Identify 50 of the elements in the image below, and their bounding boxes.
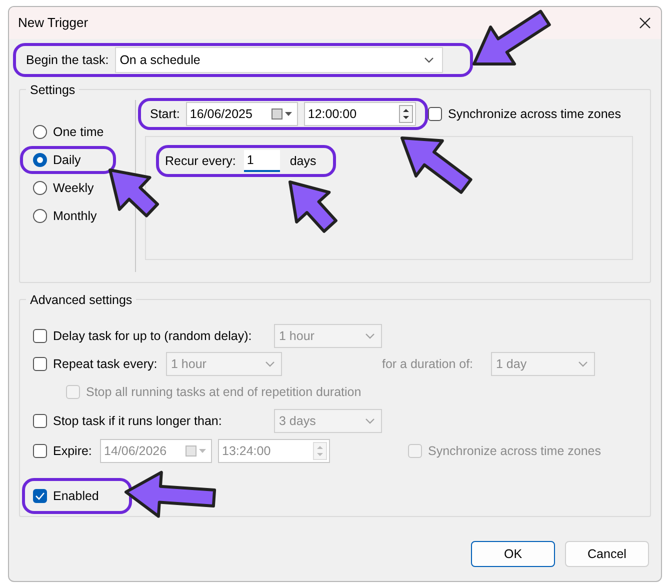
spinner-arrows-icon	[398, 105, 413, 123]
arrow-icon	[108, 168, 160, 218]
arrow-icon	[124, 470, 216, 518]
checkbox-label: Repeat task every:	[53, 356, 158, 373]
arrow-icon	[400, 136, 472, 194]
calendar-dropdown-icon	[270, 108, 293, 120]
radio-label: One time	[53, 124, 104, 141]
checkbox-label: Stop task if it runs longer than:	[53, 412, 223, 430]
checkbox[interactable]	[33, 414, 47, 428]
radio-button[interactable]	[33, 125, 47, 139]
start-time-field[interactable]: 12:00:00	[304, 102, 416, 126]
recur-input-field[interactable]: 1	[244, 150, 280, 172]
start-label: Start:	[150, 106, 180, 123]
checkbox[interactable]	[428, 107, 442, 121]
duration-label: for a duration of:	[382, 356, 474, 373]
arrow-icon	[472, 10, 551, 66]
checkbox[interactable]	[33, 329, 47, 343]
dialog-button[interactable]: Cancel	[565, 541, 649, 567]
checkbox-label: Enabled	[53, 488, 99, 505]
chevron-down-icon	[365, 333, 375, 339]
radio-button[interactable]	[33, 153, 47, 167]
checkbox-label: Synchronize across time zones	[428, 442, 601, 460]
start-date-field[interactable]: 16/06/2025	[186, 102, 298, 126]
chevron-down-icon	[578, 361, 588, 367]
chevron-down-icon	[365, 418, 375, 424]
checkbox-label: Expire:	[53, 442, 93, 460]
recur-label: Recur every:	[165, 152, 236, 170]
dialog-button[interactable]: OK	[471, 541, 555, 567]
checkbox-label: Synchronize across time zones	[448, 106, 621, 123]
checkbox-label: Delay task for up to (random delay):	[53, 328, 253, 345]
chevron-down-icon	[424, 57, 434, 63]
radio-label: Weekly	[53, 180, 94, 197]
begin-task-label: Begin the task:	[26, 52, 109, 69]
checkbox-label: Stop all running tasks at end of repetition duration	[86, 384, 362, 401]
close-icon[interactable]	[639, 17, 651, 29]
checkbox[interactable]	[33, 444, 47, 458]
radio-button[interactable]	[33, 181, 47, 195]
checkbox[interactable]	[33, 489, 47, 503]
begin-task-dropdown[interactable]: On a schedule	[114, 47, 443, 73]
checkbox[interactable]	[33, 357, 47, 371]
window-title: New Trigger	[18, 14, 88, 32]
calendar-dropdown-icon	[185, 445, 207, 457]
checkmark-icon	[35, 492, 45, 500]
unit-label: days	[290, 152, 316, 170]
radio-label: Daily	[53, 152, 81, 169]
spinner-arrows-icon	[313, 442, 327, 460]
radio-label: Monthly	[53, 208, 97, 225]
chevron-down-icon	[265, 361, 275, 367]
radio-button[interactable]	[33, 209, 47, 223]
arrow-icon	[288, 180, 338, 233]
